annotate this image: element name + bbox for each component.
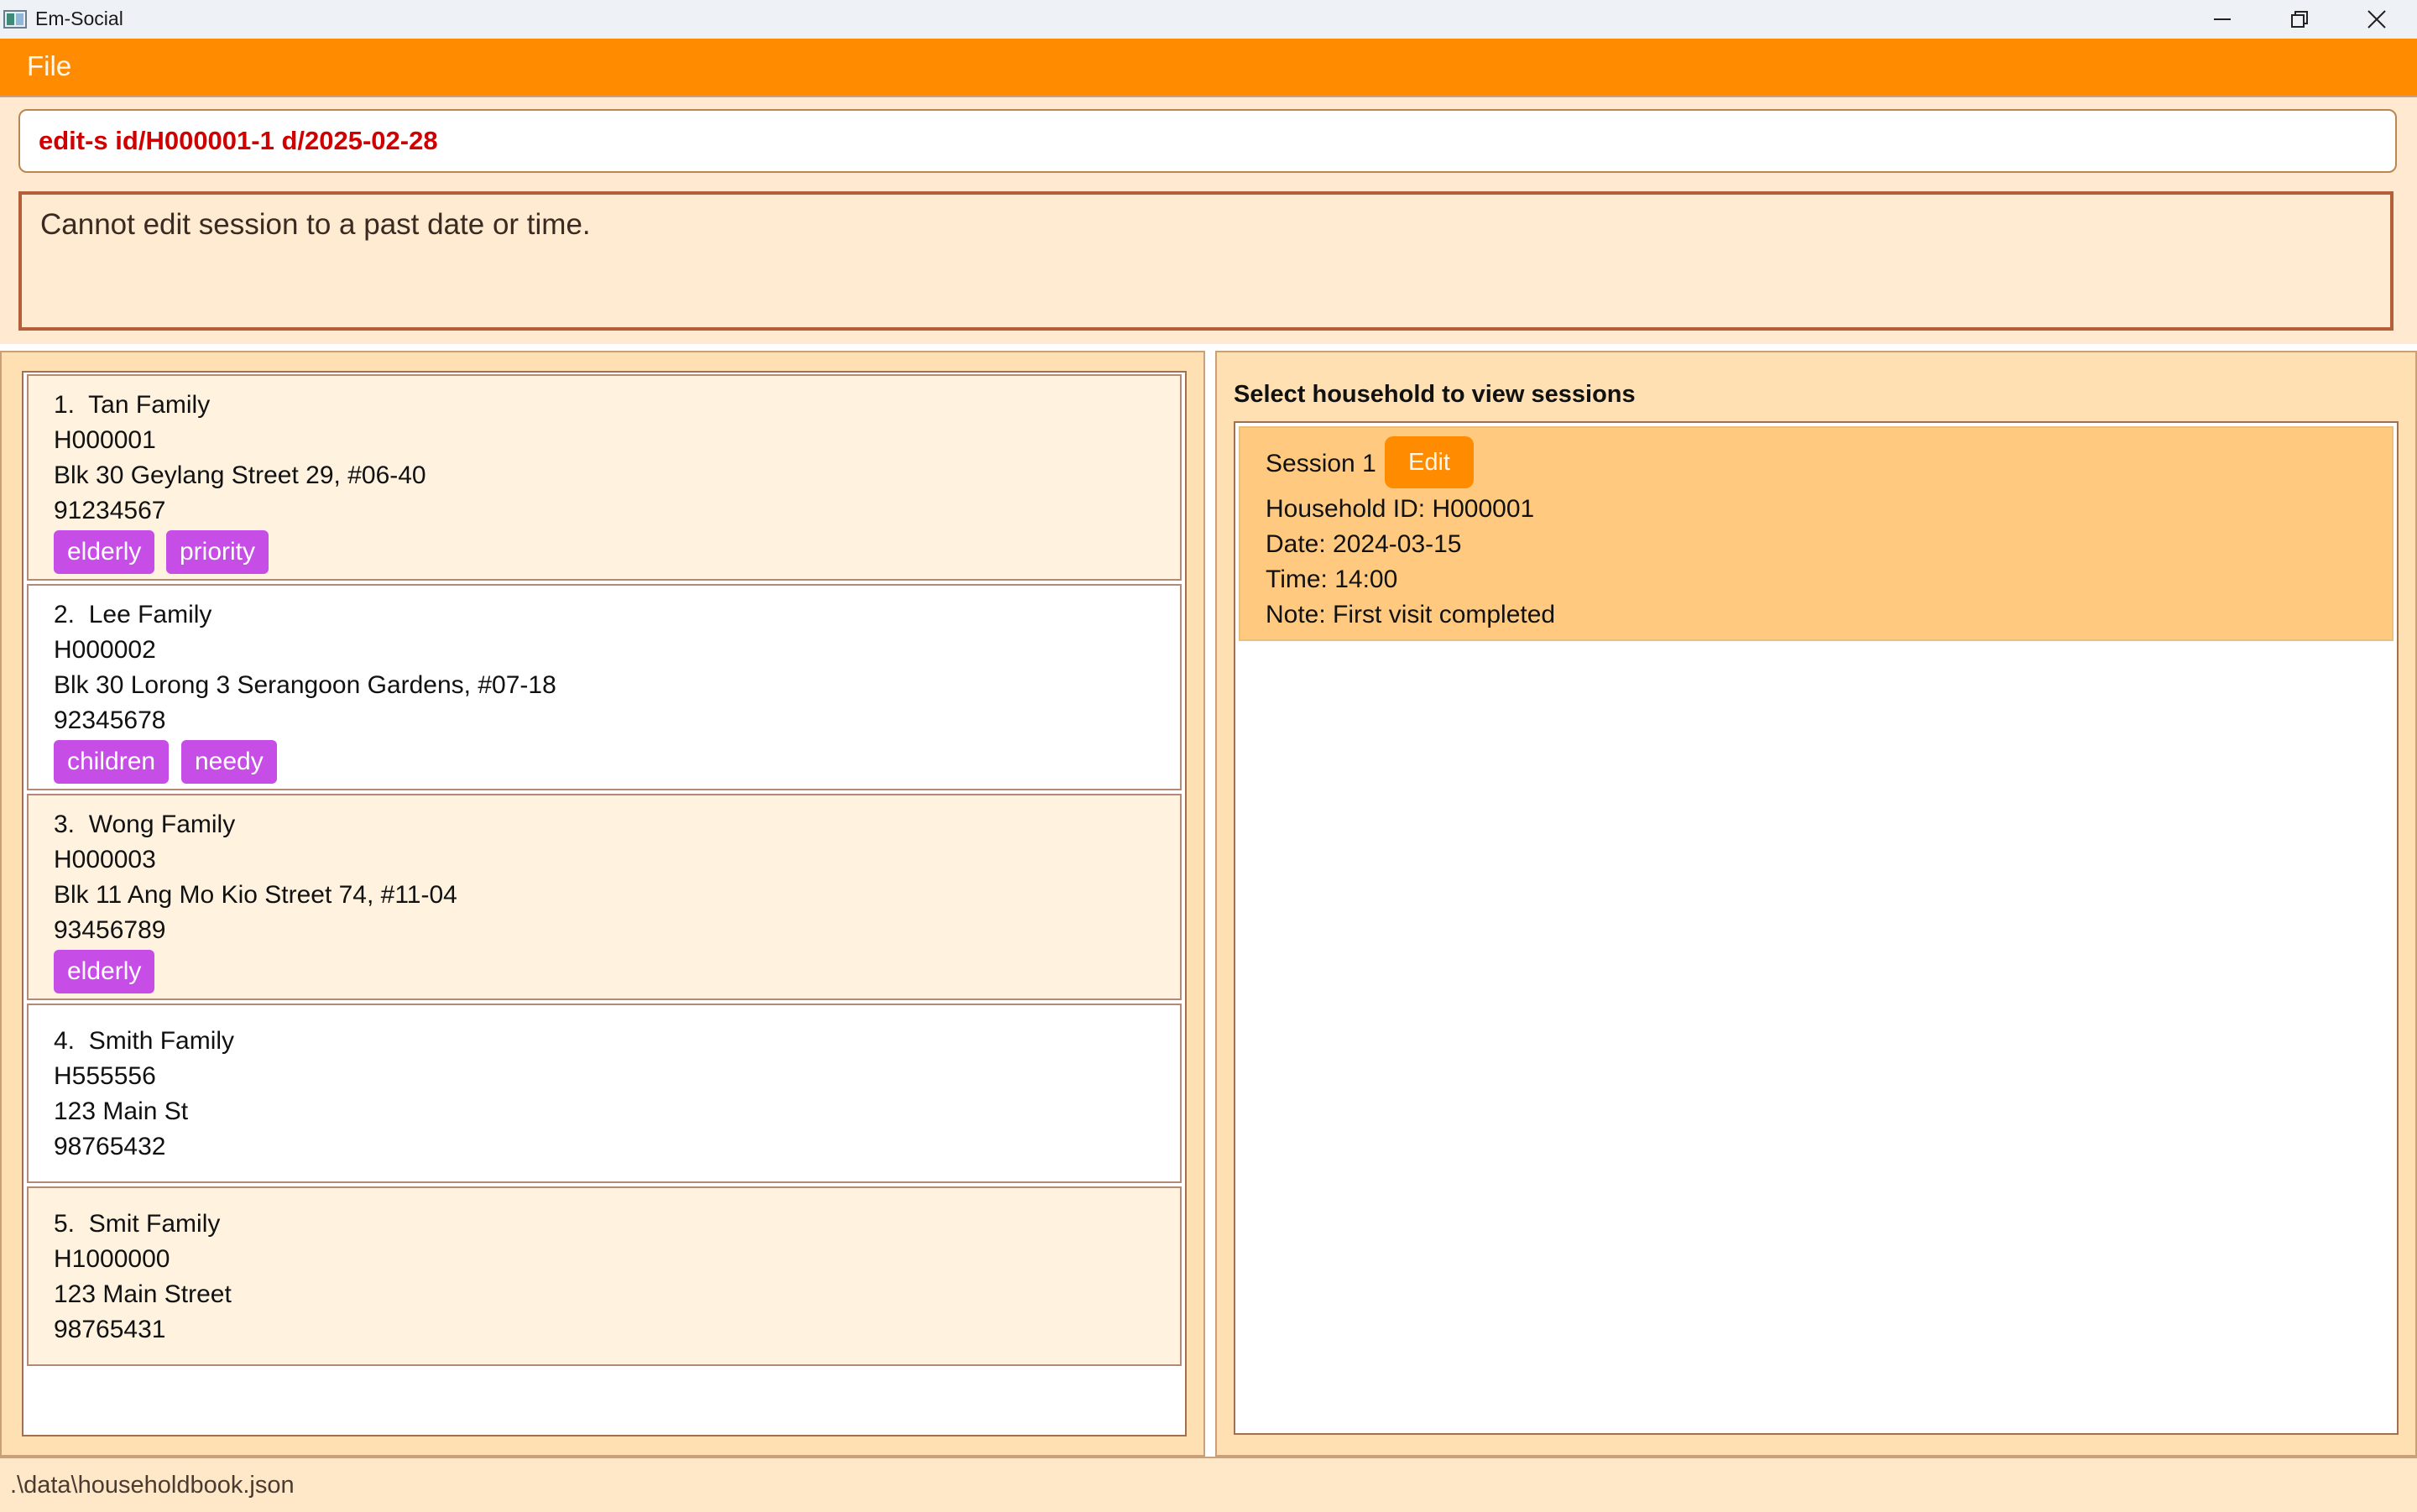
household-address: Blk 30 Lorong 3 Serangoon Gardens, #07-1… xyxy=(54,671,556,699)
household-index: 3. xyxy=(54,811,76,838)
session-title: Session 1 xyxy=(1266,450,1376,477)
household-name: Tan Family xyxy=(88,391,211,419)
household-phone: 91234567 xyxy=(54,497,166,524)
tag-badge: priority xyxy=(166,530,269,574)
session-list[interactable]: Session 1 Edit Household ID: H000001 Dat… xyxy=(1234,421,2399,1435)
restore-button[interactable] xyxy=(2261,0,2338,39)
household-name: Wong Family xyxy=(88,811,236,838)
household-card[interactable]: 1. Tan Family H000001 Blk 30 Geylang Str… xyxy=(27,374,1182,581)
command-input[interactable]: edit-s id/H000001-1 d/2025-02-28 xyxy=(18,109,2397,173)
household-list[interactable]: 1. Tan Family H000001 Blk 30 Geylang Str… xyxy=(22,371,1187,1436)
sessions-header: Select household to view sessions xyxy=(1234,381,1636,408)
tag-badge: needy xyxy=(181,740,277,784)
household-name: Smith Family xyxy=(88,1027,235,1055)
household-name: Lee Family xyxy=(88,601,212,628)
session-time: Time: 14:00 xyxy=(1266,566,1398,593)
household-card[interactable]: 4. Smith Family H555556 123 Main St 9876… xyxy=(27,1004,1182,1183)
household-index: 2. xyxy=(54,601,76,628)
tag-badge: elderly xyxy=(54,530,155,574)
household-index: 1. xyxy=(54,391,76,419)
session-card[interactable]: Session 1 Edit Household ID: H000001 Dat… xyxy=(1239,426,2394,641)
household-index: 5. xyxy=(54,1210,76,1238)
household-address: 123 Main St xyxy=(54,1098,189,1125)
result-display: Cannot edit session to a past date or ti… xyxy=(18,191,2394,331)
tag-badge: children xyxy=(54,740,170,784)
data-file-path: .\data\householdbook.json xyxy=(10,1472,295,1499)
session-note: Note: First visit completed xyxy=(1266,601,1556,628)
household-id: H000002 xyxy=(54,636,156,664)
command-area: edit-s id/H000001-1 d/2025-02-28 xyxy=(0,96,2417,185)
sessions-panel: Select household to view sessions Sessio… xyxy=(1215,351,2417,1457)
menu-bar: File xyxy=(0,39,2417,96)
session-date: Date: 2024-03-15 xyxy=(1266,530,1462,558)
household-id: H000001 xyxy=(54,426,156,454)
household-phone: 92345678 xyxy=(54,706,166,734)
household-name: Smit Family xyxy=(88,1210,221,1238)
household-id: H555556 xyxy=(54,1062,156,1090)
household-phone: 93456789 xyxy=(54,916,166,944)
minimize-button[interactable] xyxy=(2184,0,2261,39)
close-button[interactable] xyxy=(2338,0,2415,39)
household-card[interactable]: 2. Lee Family H000002 Blk 30 Lorong 3 Se… xyxy=(27,584,1182,790)
restore-icon xyxy=(2291,11,2308,28)
window-titlebar: Em-Social xyxy=(0,0,2417,39)
household-index: 4. xyxy=(54,1027,76,1055)
household-id: H000003 xyxy=(54,846,156,873)
household-list-panel: 1. Tan Family H000001 Blk 30 Geylang Str… xyxy=(0,351,1205,1457)
household-address: 123 Main Street xyxy=(54,1280,232,1308)
household-phone: 98765431 xyxy=(54,1316,166,1343)
result-area: Cannot edit session to a past date or ti… xyxy=(0,183,2417,344)
session-household-id: Household ID: H000001 xyxy=(1266,495,1535,523)
household-card[interactable]: 5. Smit Family H1000000 123 Main Street … xyxy=(27,1186,1182,1366)
command-input-value: edit-s id/H000001-1 d/2025-02-28 xyxy=(39,126,438,155)
app-icon xyxy=(3,10,27,29)
window-title: Em-Social xyxy=(35,8,123,29)
close-icon xyxy=(2367,10,2386,29)
household-id: H1000000 xyxy=(54,1245,170,1273)
minimize-icon xyxy=(2214,18,2231,20)
result-message: Cannot edit session to a past date or ti… xyxy=(40,208,591,241)
tag-badge: elderly xyxy=(54,950,155,993)
household-address: Blk 11 Ang Mo Kio Street 74, #11-04 xyxy=(54,881,457,909)
status-bar: .\data\householdbook.json xyxy=(0,1457,2417,1512)
household-card[interactable]: 3. Wong Family H000003 Blk 11 Ang Mo Kio… xyxy=(27,794,1182,1000)
menu-file[interactable]: File xyxy=(27,50,71,82)
household-address: Blk 30 Geylang Street 29, #06-40 xyxy=(54,461,426,489)
edit-session-button[interactable]: Edit xyxy=(1385,436,1474,488)
household-phone: 98765432 xyxy=(54,1133,166,1160)
